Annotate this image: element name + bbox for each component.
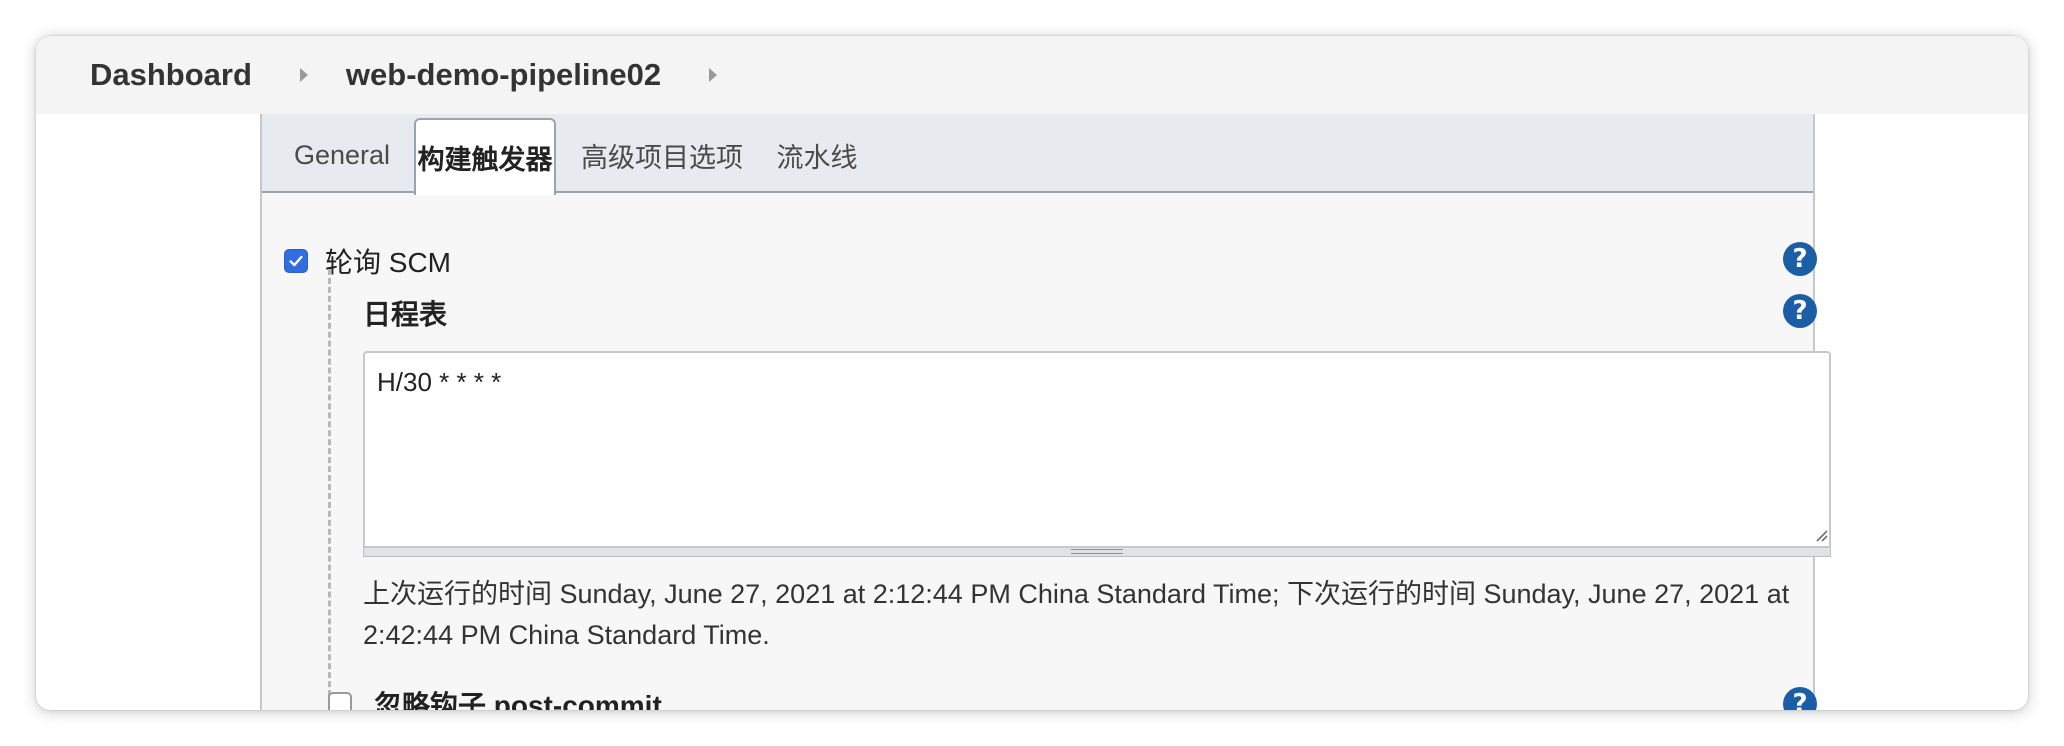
- grip-icon: [1071, 549, 1123, 554]
- tab-build-triggers[interactable]: 构建触发器: [414, 118, 556, 195]
- poll-scm-label[interactable]: 轮询 SCM: [325, 241, 451, 281]
- breadcrumb: Dashboard web-demo-pipeline02: [36, 36, 2028, 114]
- config-panel: General 构建触发器 高级项目选项 流水线 轮询 SCM ? 日程表 ? …: [260, 114, 1831, 710]
- tab-general[interactable]: General: [272, 118, 412, 193]
- schedule-textarea[interactable]: H/30 * * * *: [363, 351, 1831, 548]
- tab-bar: General 构建触发器 高级项目选项 流水线: [262, 114, 1813, 195]
- help-icon[interactable]: ?: [1783, 294, 1817, 328]
- help-icon[interactable]: ?: [1783, 242, 1817, 276]
- breadcrumb-chevron-icon[interactable]: [709, 68, 718, 82]
- ignore-hooks-row: 忽略钩子 post-commit: [328, 686, 662, 710]
- poll-scm-row: 轮询 SCM: [284, 243, 451, 279]
- tab-advanced-options[interactable]: 高级项目选项: [562, 118, 762, 193]
- textarea-resize-handle[interactable]: [363, 548, 1831, 557]
- schedule-run-info: 上次运行的时间 Sunday, June 27, 2021 at 2:12:44…: [363, 579, 1790, 650]
- checkmark-icon: [289, 255, 303, 267]
- nested-section-guide: [328, 269, 331, 710]
- schedule-label: 日程表: [363, 299, 448, 330]
- help-icon[interactable]: ?: [1783, 687, 1817, 710]
- browser-window: Dashboard web-demo-pipeline02 General 构建…: [36, 36, 2028, 710]
- resize-corner-icon[interactable]: [1813, 527, 1829, 543]
- poll-scm-checkbox[interactable]: [284, 249, 308, 273]
- breadcrumb-dashboard[interactable]: Dashboard: [90, 57, 252, 93]
- ignore-hooks-label[interactable]: 忽略钩子 post-commit: [374, 684, 662, 710]
- ignore-hooks-checkbox[interactable]: [328, 692, 352, 710]
- breadcrumb-pipeline[interactable]: web-demo-pipeline02: [346, 57, 661, 93]
- breadcrumb-chevron-icon[interactable]: [299, 68, 308, 82]
- tab-pipeline[interactable]: 流水线: [762, 118, 872, 193]
- schedule-label-row: 日程表: [363, 295, 447, 331]
